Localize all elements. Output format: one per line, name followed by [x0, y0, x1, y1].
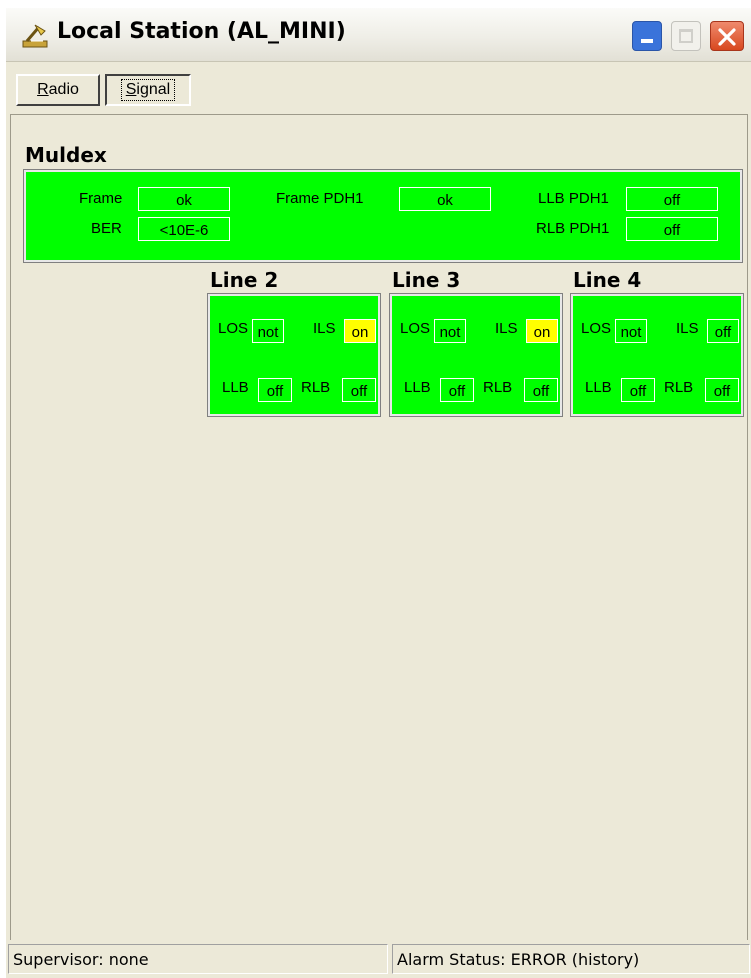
los-value: not [615, 319, 647, 343]
maximize-icon [679, 29, 693, 43]
llb-label: LLB [222, 379, 249, 396]
line-4-title: Line 4 [573, 268, 642, 292]
los-value: not [252, 319, 284, 343]
los-label: LOS [400, 320, 431, 337]
station-window: Local Station (AL_MINI) Radio Signal [6, 8, 751, 978]
frame-pdh1-value: ok [399, 187, 491, 211]
ils-label: ILS [313, 320, 336, 337]
ils-value: on [526, 319, 558, 343]
line-2-panel: LOS not ILS on LLB off RLB off [207, 293, 381, 417]
title-bar[interactable]: Local Station (AL_MINI) [6, 8, 751, 62]
close-button[interactable] [710, 21, 744, 51]
line-2-title: Line 2 [210, 268, 279, 292]
ils-value: on [344, 319, 376, 343]
rlb-value: off [524, 378, 558, 402]
los-label: LOS [581, 320, 612, 337]
llb-pdh1-value: off [626, 187, 718, 211]
minimize-icon [641, 39, 653, 43]
llb-value: off [621, 378, 655, 402]
rlb-label: RLB [664, 379, 694, 396]
rlb-pdh1-label: RLB PDH1 [536, 220, 610, 237]
frame-label: Frame [79, 190, 123, 207]
los-value: not [434, 319, 466, 343]
rlb-label: RLB [301, 379, 331, 396]
line-4-panel: LOS not ILS off LLB off RLB off [570, 293, 744, 417]
llb-value: off [258, 378, 292, 402]
rlb-value: off [342, 378, 376, 402]
alarm-status: Alarm Status: ERROR (history) [392, 944, 750, 974]
window-title: Local Station (AL_MINI) [57, 19, 346, 44]
line-3-panel: LOS not ILS on LLB off RLB off [389, 293, 563, 417]
line-3-title: Line 3 [392, 268, 461, 292]
llb-label: LLB [404, 379, 431, 396]
llb-label: LLB [585, 379, 612, 396]
muldex-title: Muldex [25, 143, 107, 167]
ils-label: ILS [495, 320, 518, 337]
maximize-button[interactable] [671, 21, 701, 51]
rlb-label: RLB [483, 379, 513, 396]
minimize-button[interactable] [632, 21, 662, 51]
tab-signal-focus: Signal [120, 79, 176, 101]
frame-value: ok [138, 187, 230, 211]
ber-label: BER [91, 220, 122, 237]
station-icon [22, 24, 48, 48]
llb-pdh1-label: LLB PDH1 [538, 190, 609, 207]
rlb-value: off [705, 378, 739, 402]
tab-signal-label: ignal [136, 81, 171, 98]
rlb-pdh1-value: off [626, 217, 718, 241]
close-icon [718, 28, 736, 46]
tab-radio[interactable]: Radio [16, 74, 100, 106]
muldex-panel: Frame ok BER <10E-6 Frame PDH1 ok LLB PD… [23, 169, 743, 263]
supervisor-status: Supervisor: none [8, 944, 388, 974]
status-bar: Supervisor: none Alarm Status: ERROR (hi… [6, 940, 751, 978]
tab-radio-mnemonic: R [37, 81, 49, 98]
tab-signal[interactable]: Signal [105, 74, 191, 106]
ils-value: off [707, 319, 739, 343]
tab-signal-mnemonic: S [125, 81, 137, 98]
llb-value: off [440, 378, 474, 402]
ils-label: ILS [676, 320, 699, 337]
frame-pdh1-label: Frame PDH1 [276, 190, 364, 207]
ber-value: <10E-6 [138, 217, 230, 241]
los-label: LOS [218, 320, 249, 337]
tab-radio-label: adio [48, 81, 79, 98]
